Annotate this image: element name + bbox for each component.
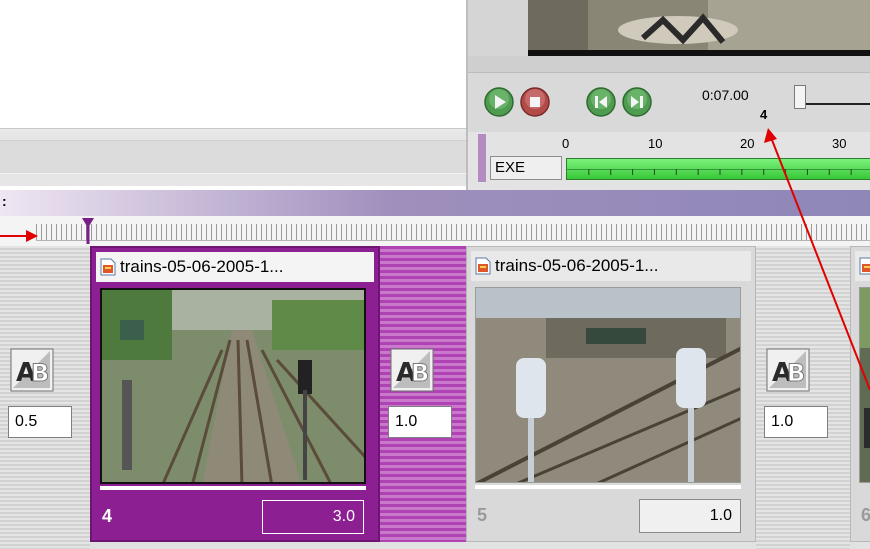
transition-slot-selected: A B 1.0 xyxy=(380,246,466,542)
playhead-marker[interactable] xyxy=(80,216,96,246)
preview-panel: 0:07.00 4 0 10 20 30 EXE xyxy=(466,0,870,190)
clip-title-text: trains-05-06-2005-1... xyxy=(120,257,284,276)
clip-number: 6 xyxy=(861,505,870,525)
skip-back-icon xyxy=(586,87,616,117)
prev-button[interactable] xyxy=(586,87,616,117)
transition-slot: A B 0.5 xyxy=(0,246,90,549)
next-button[interactable] xyxy=(622,87,652,117)
scrub-slider-handle[interactable] xyxy=(794,85,806,109)
svg-text:B: B xyxy=(787,359,805,387)
timeline-ruler[interactable] xyxy=(0,216,870,246)
video-file-icon xyxy=(100,258,116,276)
ab-transition-icon[interactable]: A B xyxy=(766,348,810,392)
preview-under-strip xyxy=(468,56,870,72)
skip-forward-icon xyxy=(622,87,652,117)
clip-thumbnail xyxy=(859,287,870,483)
track-clip-bar[interactable] xyxy=(566,158,870,180)
track-label[interactable]: EXE xyxy=(490,156,562,180)
preview-video xyxy=(528,0,870,56)
clip-card[interactable]: trains-05-06-2005-1... 5 1.0 xyxy=(466,246,756,542)
ab-transition-icon[interactable]: A B xyxy=(10,348,54,392)
storyboard: A B 0.5 trains-05-06-2005-1... 4 3.0 A B… xyxy=(0,246,870,549)
ruler-number: 10 xyxy=(648,136,663,151)
timeline-caption: : xyxy=(2,193,7,209)
ruler-number: 0 xyxy=(562,136,570,151)
track-marker xyxy=(478,134,486,182)
ruler-number: 30 xyxy=(832,136,847,151)
clip-progress-bar xyxy=(100,486,366,490)
svg-text:B: B xyxy=(411,359,429,387)
clip-thumbnail xyxy=(100,288,366,484)
clip-number: 5 xyxy=(477,505,488,525)
transition-duration-field[interactable]: 1.0 xyxy=(388,406,452,438)
clip-thumbnail xyxy=(475,287,741,483)
transition-duration-field[interactable]: 1.0 xyxy=(764,406,828,438)
stop-button[interactable] xyxy=(520,87,550,117)
clip-progress-bar xyxy=(475,485,741,489)
transport-controls: 0:07.00 4 xyxy=(468,72,870,132)
effect-track: 0 10 20 30 EXE xyxy=(468,132,870,190)
workspace-blank-area xyxy=(0,0,470,128)
clip-title[interactable]: trains-05-06-2005-1... xyxy=(96,252,374,282)
transition-duration-field[interactable]: 0.5 xyxy=(8,406,72,438)
clip-title[interactable] xyxy=(855,251,870,281)
scrub-slider-track[interactable] xyxy=(806,103,870,105)
play-button[interactable] xyxy=(484,87,514,117)
clip-title[interactable]: trains-05-06-2005-1... xyxy=(471,251,751,281)
clip-card[interactable]: 6 xyxy=(850,246,870,542)
clip-duration-field[interactable]: 1.0 xyxy=(639,499,741,533)
left-toolbar-strip xyxy=(0,132,466,186)
transition-slot: A B 1.0 xyxy=(756,246,850,549)
ab-transition-icon[interactable]: A B xyxy=(390,348,434,392)
clip-number: 4 xyxy=(102,506,113,526)
time-display: 0:07.00 xyxy=(702,87,749,103)
ruler-number: 20 xyxy=(740,136,755,151)
video-file-icon xyxy=(475,257,491,275)
frame-number: 4 xyxy=(760,107,768,122)
clip-title-text: trains-05-06-2005-1... xyxy=(495,256,659,275)
timeline-header: : xyxy=(0,190,870,216)
stop-icon xyxy=(520,87,550,117)
clip-duration-field[interactable]: 3.0 xyxy=(262,500,364,534)
svg-text:B: B xyxy=(31,359,49,387)
clip-card[interactable]: trains-05-06-2005-1... 4 3.0 xyxy=(90,246,380,542)
play-icon xyxy=(484,87,514,117)
video-file-icon xyxy=(859,257,870,275)
